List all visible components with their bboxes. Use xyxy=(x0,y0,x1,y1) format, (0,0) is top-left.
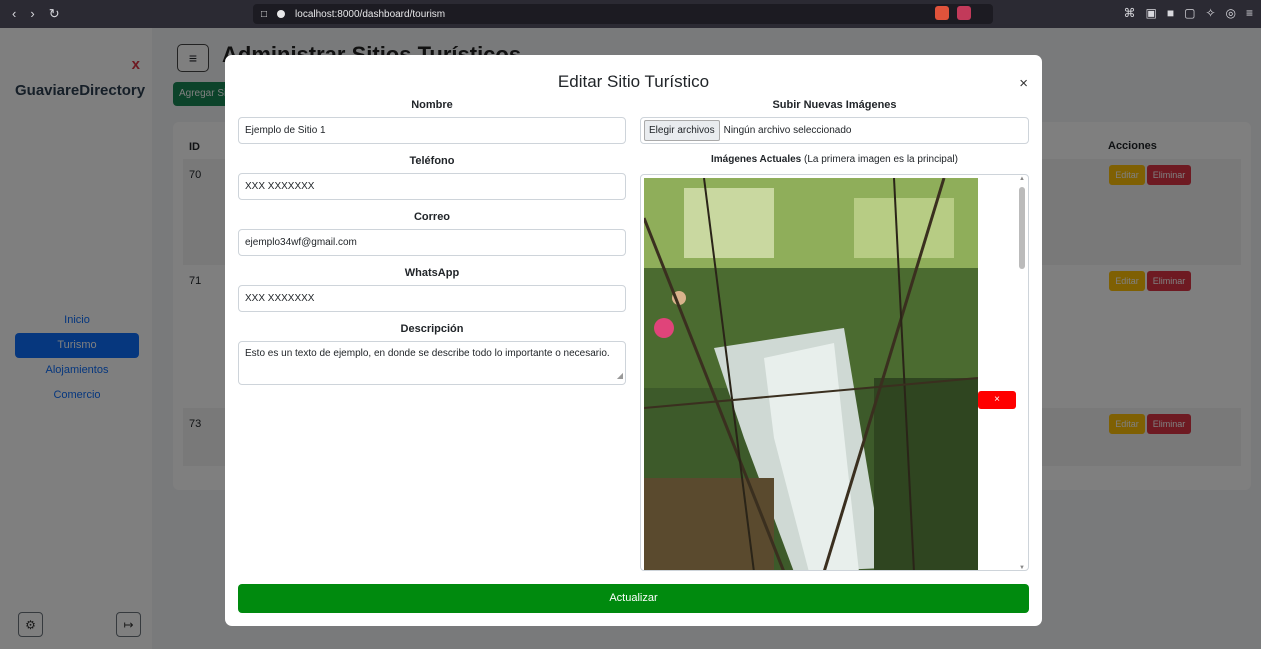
reload-icon[interactable]: ↻ xyxy=(49,6,60,22)
upload-label: Subir Nuevas Imágenes xyxy=(772,99,897,111)
vpn-icon[interactable]: ◎ xyxy=(1226,6,1236,20)
current-images-note: (La primera imagen es la principal) xyxy=(804,154,958,165)
shield-icon[interactable] xyxy=(935,6,949,20)
extensions-icon[interactable]: ⌘ xyxy=(1124,6,1136,20)
rewards-icon[interactable] xyxy=(957,6,971,20)
bookmark-icon[interactable]: □ xyxy=(261,9,267,20)
current-images-title: Imágenes Actuales xyxy=(711,154,802,165)
file-input[interactable]: Elegir archivos Ningún archivo seleccion… xyxy=(640,117,1029,144)
descripcion-text: Esto es un texto de ejemplo, en donde se… xyxy=(245,348,610,359)
forward-icon[interactable]: › xyxy=(30,6,34,22)
descripcion-label: Descripción xyxy=(400,323,464,335)
correo-label: Correo xyxy=(413,211,451,223)
telefono-input[interactable]: XXX XXXXXXX xyxy=(238,173,626,200)
gallery-scrollbar[interactable]: ▲ ▼ xyxy=(1016,175,1028,570)
update-button[interactable]: Actualizar xyxy=(238,584,1029,613)
extension-icons xyxy=(935,6,971,20)
browser-tools: ⌘ ▣ ■ ▢ ✧ ◎ ≡ xyxy=(1124,6,1254,20)
site-info-icon[interactable] xyxy=(277,10,286,18)
whatsapp-input[interactable]: XXX XXXXXXX xyxy=(238,285,626,312)
back-icon[interactable]: ‹ xyxy=(12,6,16,22)
scrollbar-thumb[interactable] xyxy=(1019,187,1025,269)
url-text: localhost:8000/dashboard/tourism xyxy=(295,8,446,20)
edit-site-modal: Editar Sitio Turístico × Nombre Ejemplo … xyxy=(225,55,1042,626)
address-bar[interactable]: □ localhost:8000/dashboard/tourism xyxy=(253,4,993,24)
nombre-label: Nombre xyxy=(411,99,453,111)
current-images-label: Imágenes Actuales (La primera imagen es … xyxy=(640,154,1029,174)
resize-handle-icon[interactable]: ◢ xyxy=(617,369,623,383)
modal-close-button[interactable]: × xyxy=(1019,75,1028,92)
modal-title: Editar Sitio Turístico xyxy=(557,72,710,91)
file-status: Ningún archivo seleccionado xyxy=(723,125,852,136)
sidebar-toggle-icon[interactable]: ■ xyxy=(1167,6,1174,20)
whatsapp-label: WhatsApp xyxy=(404,267,460,279)
screenshot-icon[interactable]: ▣ xyxy=(1146,6,1157,20)
form-left-column: Nombre Ejemplo de Sitio 1 Teléfono XXX X… xyxy=(238,99,626,385)
scroll-down-icon[interactable]: ▼ xyxy=(1019,565,1025,570)
menu-icon[interactable]: ≡ xyxy=(1246,6,1253,20)
current-images-gallery: × ▲ ▼ xyxy=(640,174,1029,571)
leo-icon[interactable]: ✧ xyxy=(1205,6,1215,20)
descripcion-textarea[interactable]: Esto es un texto de ejemplo, en donde se… xyxy=(238,341,626,385)
site-image xyxy=(644,178,978,570)
form-right-column: Subir Nuevas Imágenes Elegir archivos Ni… xyxy=(640,99,1029,571)
telefono-label: Teléfono xyxy=(409,155,455,167)
scroll-up-icon[interactable]: ▲ xyxy=(1019,176,1025,182)
remove-image-button[interactable]: × xyxy=(978,391,1016,409)
nombre-input[interactable]: Ejemplo de Sitio 1 xyxy=(238,117,626,144)
browser-nav: ‹ › ↻ xyxy=(0,6,250,22)
correo-input[interactable]: ejemplo34wf@gmail.com xyxy=(238,229,626,256)
browser-toolbar: ‹ › ↻ □ localhost:8000/dashboard/tourism… xyxy=(0,0,1261,28)
tabs-icon[interactable]: ▢ xyxy=(1184,6,1195,20)
choose-files-button[interactable]: Elegir archivos xyxy=(644,120,720,141)
